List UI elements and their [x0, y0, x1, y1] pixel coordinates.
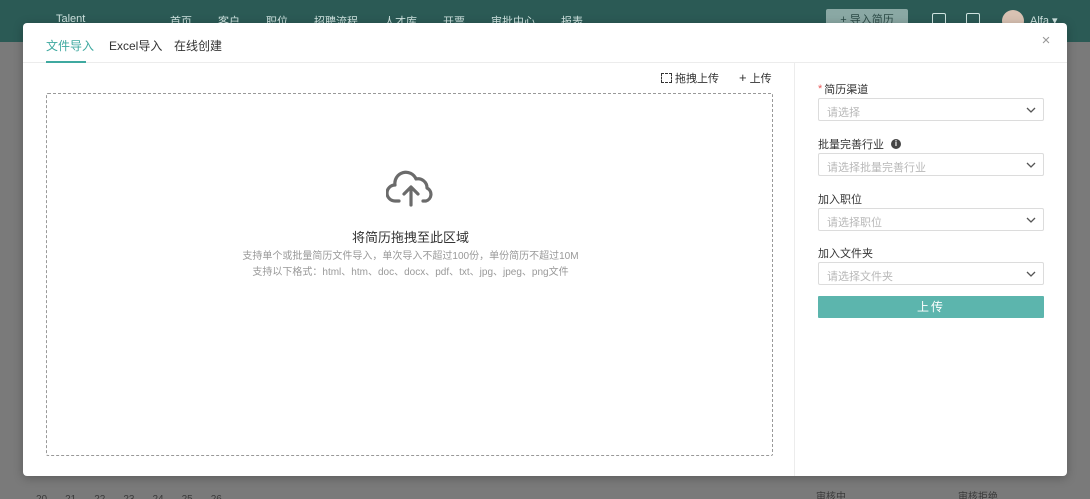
calendar-day: 25 [182, 494, 193, 499]
dashed-box-icon [661, 73, 672, 83]
channel-placeholder: 请选择 [827, 107, 860, 119]
upload-label: 上传 [749, 73, 772, 85]
calendar-day: 22 [94, 494, 105, 499]
folder-label-text: 加入文件夹 [818, 248, 873, 260]
position-select[interactable]: 请选择职位 [818, 208, 1044, 231]
modal-tabs: 文件导入 Excel导入 在线创建 × [23, 23, 1067, 63]
position-label-text: 加入职位 [818, 194, 862, 206]
channel-label-text: 简历渠道 [824, 84, 869, 96]
info-icon[interactable]: i [891, 139, 901, 149]
dropzone-hint-limits: 支持单个或批量简历文件导入，单次导入不超过100份，单份简历不超过10M [242, 251, 579, 262]
chevron-down-icon [1026, 271, 1036, 277]
dropzone-hint-formats: 支持以下格式：html、htm、doc、docx、pdf、txt、jpg、jpe… [252, 267, 569, 278]
calendar-day: 21 [65, 494, 76, 499]
status-label: 审核中 [816, 492, 846, 499]
import-resume-modal: 文件导入 Excel导入 在线创建 × 拖拽上传 + 上传 将简历拖拽至此区域 … [23, 23, 1067, 476]
submit-upload-button[interactable]: 上传 [818, 296, 1044, 318]
file-dropzone[interactable]: 将简历拖拽至此区域 支持单个或批量简历文件导入，单次导入不超过100份，单份简历… [46, 93, 773, 456]
calendar-day: 24 [153, 494, 164, 499]
background-footer: 20 21 22 23 24 25 26 审核中 审核拒绝 [0, 476, 1090, 499]
status-label: 审核拒绝 [958, 492, 998, 499]
industry-label: 批量完善行业 i [818, 136, 901, 152]
chevron-down-icon [1026, 107, 1036, 113]
drag-upload-label: 拖拽上传 [675, 73, 719, 85]
channel-select[interactable]: 请选择 [818, 98, 1044, 121]
close-icon[interactable]: × [1039, 33, 1053, 48]
tab-file-import[interactable]: 文件导入 [46, 37, 94, 54]
upload-panel: 拖拽上传 + 上传 将简历拖拽至此区域 支持单个或批量简历文件导入，单次导入不超… [23, 63, 795, 476]
cloud-upload-icon [386, 170, 433, 207]
position-label: 加入职位 [818, 191, 862, 207]
calendar-day: 23 [123, 494, 134, 499]
chevron-down-icon [1026, 217, 1036, 223]
folder-select[interactable]: 请选择文件夹 [818, 262, 1044, 285]
plus-icon: + [739, 70, 747, 85]
industry-label-text: 批量完善行业 [818, 139, 884, 151]
calendar-days: 20 21 22 23 24 25 26 [36, 494, 222, 499]
tab-online-create[interactable]: 在线创建 [174, 37, 222, 54]
dropzone-title: 将简历拖拽至此区域 [351, 230, 469, 245]
tab-excel-import[interactable]: Excel导入 [109, 37, 162, 54]
industry-select[interactable]: 请选择批量完善行业 [818, 153, 1044, 176]
channel-label: * 简历渠道 [818, 81, 868, 97]
required-mark: * [818, 83, 823, 95]
upload-button[interactable]: + 上传 [739, 70, 772, 86]
folder-label: 加入文件夹 [818, 245, 873, 261]
import-settings-form: * 简历渠道 请选择 批量完善行业 i 请选择批量完善行业 加入职位 请选择职位… [795, 63, 1067, 476]
drag-upload-button[interactable]: 拖拽上传 [661, 70, 719, 86]
calendar-day: 20 [36, 494, 47, 499]
folder-placeholder: 请选择文件夹 [827, 271, 893, 283]
calendar-day: 26 [211, 494, 222, 499]
position-placeholder: 请选择职位 [827, 217, 882, 229]
industry-placeholder: 请选择批量完善行业 [827, 162, 926, 174]
chevron-down-icon [1026, 162, 1036, 168]
